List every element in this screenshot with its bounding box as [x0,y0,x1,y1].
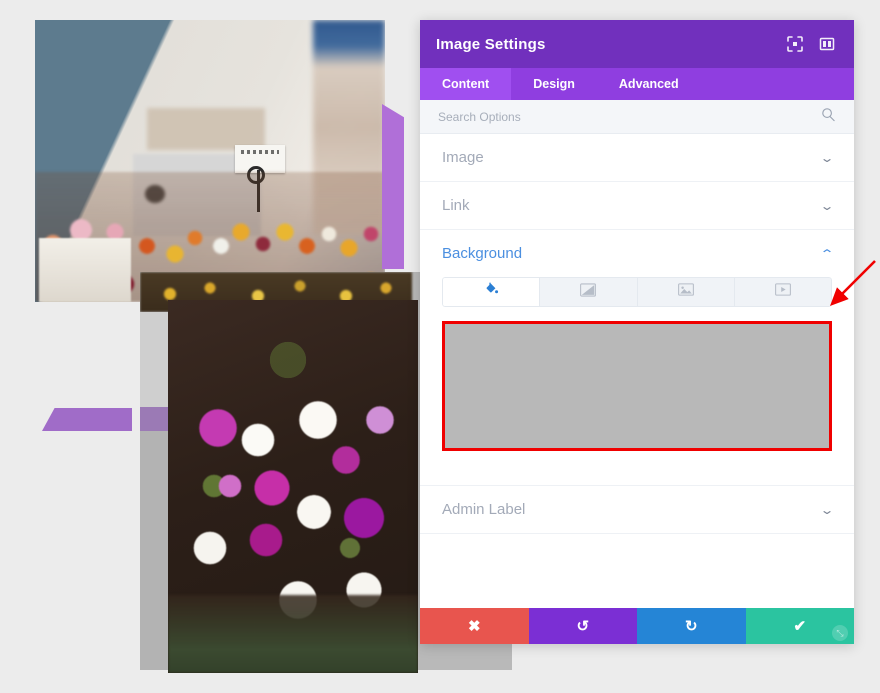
section-background-label: Background [442,245,523,262]
section-link-header[interactable]: Link ⌄ [420,182,854,229]
section-admin-label-label: Admin Label [442,501,526,518]
background-video-tab[interactable] [734,277,832,307]
bouquet-photo[interactable] [168,300,418,673]
purple-accent-bottom [42,408,132,431]
background-color-swatch-wrapper [442,321,832,451]
background-type-tabs [442,277,832,307]
tab-advanced[interactable]: Advanced [597,68,701,100]
panel-header: Image Settings [420,20,854,68]
check-icon: ✔ [793,617,807,635]
search-options-row [420,100,854,134]
section-admin-label-header[interactable]: Admin Label ⌄ [420,486,854,533]
search-input[interactable] [438,109,821,124]
action-bar: ✖ ↺ ↻ ✔ ⤡ [420,608,854,644]
photo-bucket [39,238,131,302]
chevron-down-icon[interactable]: ⌄ [819,152,834,164]
background-color-tab[interactable] [442,277,541,307]
flower-market-photo[interactable] [35,20,385,302]
canvas-area [0,0,512,693]
bouquet-wrapping [168,595,418,673]
save-button[interactable]: ✔ ⤡ [745,608,854,644]
chevron-down-icon[interactable]: ⌄ [819,504,834,516]
paint-bucket-icon [484,282,499,302]
background-color-swatch[interactable] [442,321,832,451]
cancel-button[interactable]: ✖ [420,608,529,644]
section-link: Link ⌄ [420,182,854,230]
undo-button[interactable]: ↺ [528,608,637,644]
section-image-header[interactable]: Image ⌄ [420,134,854,181]
flower-market-photo-content [35,20,385,302]
image-icon [677,283,694,301]
search-icon[interactable] [821,107,836,127]
chevron-up-icon[interactable]: ⌃ [819,248,834,260]
section-link-label: Link [442,197,470,214]
layout-columns-icon[interactable] [816,33,838,55]
close-icon: ✖ [467,617,481,635]
bouquet-photo-content [168,300,418,673]
tab-design[interactable]: Design [511,68,597,100]
purple-accent-right [382,104,404,269]
video-icon [774,283,791,301]
tab-content[interactable]: Content [420,68,512,100]
panel-title: Image Settings [436,35,546,53]
image-settings-panel: Image Settings Content Design Advanced S… [420,20,854,644]
gradient-icon [580,282,597,302]
redo-icon: ↻ [684,617,698,635]
section-background-header[interactable]: Background ⌃ [420,230,854,277]
section-background: Background ⌃ [420,230,854,451]
section-image: Image ⌄ [420,134,854,182]
chevron-down-icon[interactable]: ⌄ [819,200,834,212]
resize-handle[interactable]: ⤡ [832,625,848,641]
focus-target-icon[interactable] [784,33,806,55]
background-gradient-tab[interactable] [540,277,638,307]
redo-button[interactable]: ↻ [637,608,746,644]
section-admin-label: Admin Label ⌄ [420,485,854,534]
photo-wallboard [147,108,265,150]
panel-body: Image ⌄ Link ⌄ Background ⌃ Admin Label … [420,134,854,608]
background-image-tab[interactable] [637,277,735,307]
section-image-label: Image [442,149,484,166]
panel-tabs: Content Design Advanced [420,68,854,100]
undo-icon: ↺ [576,617,590,635]
